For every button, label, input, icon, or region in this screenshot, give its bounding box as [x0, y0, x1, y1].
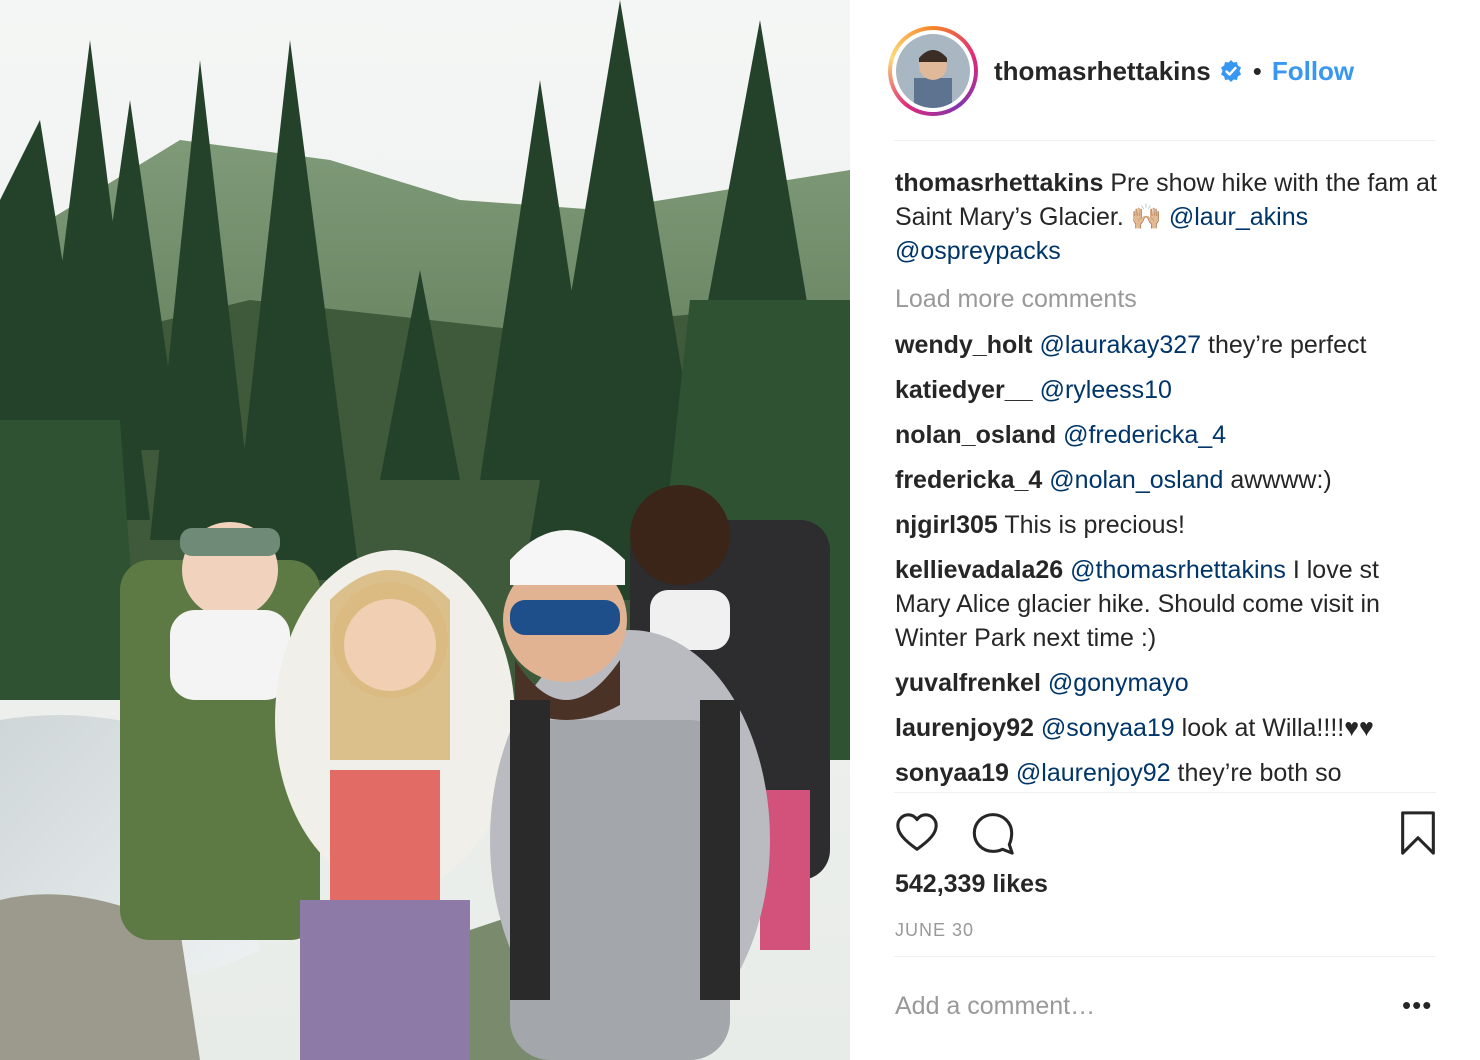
- comment-username[interactable]: nolan_osland: [895, 421, 1056, 449]
- comment-input-divider: [894, 956, 1436, 957]
- hike-photo-illustration: [0, 0, 850, 1060]
- comment-item: laurenjoy92 @sonyaa19 look at Willa!!!!♥…: [895, 711, 1440, 745]
- post-photo[interactable]: [0, 0, 850, 1060]
- comment-item: wendy_holt @laurakay327 they’re perfect: [895, 328, 1440, 362]
- post-actions: [894, 810, 1436, 860]
- avatar-border: [892, 30, 974, 112]
- add-comment-input[interactable]: Add a comment…: [895, 992, 1365, 1021]
- actions-divider: [894, 792, 1436, 793]
- header-username[interactable]: thomasrhettakins: [994, 56, 1211, 87]
- post-sidebar: thomasrhettakins • Follow thomasrhettaki…: [850, 0, 1480, 1060]
- comment-mention[interactable]: @gonymayo: [1048, 669, 1189, 697]
- comment-item: katiedyer__ @ryleess10: [895, 373, 1440, 407]
- verified-badge-icon: [1220, 60, 1241, 82]
- comment-username[interactable]: sonyaa19: [895, 759, 1009, 787]
- comment-item: kellievadala26 @thomasrhettakins I love …: [895, 553, 1440, 655]
- comment-icon[interactable]: [970, 810, 1016, 856]
- comment-text: they’re perfect: [1201, 331, 1367, 359]
- likes-count[interactable]: 542,339 likes: [895, 870, 1048, 899]
- comment-item: yuvalfrenkel @gonymayo: [895, 666, 1440, 700]
- comment-mention[interactable]: @thomasrhettakins: [1070, 556, 1286, 584]
- comment-mention[interactable]: @ryleess10: [1040, 376, 1172, 404]
- comment-username[interactable]: fredericka_4: [895, 466, 1042, 494]
- instagram-post-view: thomasrhettakins • Follow thomasrhettaki…: [0, 0, 1480, 1060]
- post-header: thomasrhettakins • Follow: [888, 22, 1436, 120]
- post-date: JUNE 30: [895, 920, 975, 940]
- caption-mention[interactable]: @ospreypacks: [895, 237, 1061, 265]
- comment-mention[interactable]: @laurakay327: [1039, 331, 1201, 359]
- comment-text: look at Willa!!!!♥♥: [1174, 714, 1374, 742]
- header-separator: •: [1252, 55, 1262, 86]
- comment-item: nolan_osland @fredericka_4: [895, 418, 1440, 452]
- caption-username[interactable]: thomasrhettakins: [895, 169, 1103, 197]
- comment-username[interactable]: laurenjoy92: [895, 714, 1034, 742]
- comment-mention[interactable]: @sonyaa19: [1041, 714, 1175, 742]
- bookmark-icon[interactable]: [1398, 810, 1438, 856]
- comment-username[interactable]: wendy_holt: [895, 331, 1033, 359]
- comment-username[interactable]: yuvalfrenkel: [895, 669, 1041, 697]
- caption-mention[interactable]: @laur_akins: [1169, 203, 1308, 231]
- comment-text: they’re both so: [1170, 759, 1342, 787]
- comment-mention[interactable]: @nolan_osland: [1049, 466, 1223, 494]
- avatar-image: [896, 34, 970, 108]
- more-options-button[interactable]: •••: [1402, 990, 1432, 1021]
- comment-mention[interactable]: @laurenjoy92: [1016, 759, 1171, 787]
- comment-mention[interactable]: @fredericka_4: [1063, 421, 1226, 449]
- comment-username[interactable]: katiedyer__: [895, 376, 1033, 404]
- header-divider: [894, 140, 1436, 141]
- comment-text: This is precious!: [1004, 511, 1185, 539]
- follow-button[interactable]: Follow: [1272, 56, 1354, 87]
- post-caption: thomasrhettakins Pre show hike with the …: [895, 166, 1440, 268]
- comment-item: njgirl305 This is precious!: [895, 508, 1440, 542]
- comment-item: sonyaa19 @laurenjoy92 they’re both so: [895, 756, 1440, 790]
- load-more-comments-button[interactable]: Load more comments: [895, 282, 1440, 316]
- heart-icon[interactable]: [894, 810, 940, 856]
- comment-item: fredericka_4 @nolan_osland awwww:): [895, 463, 1440, 497]
- comment-username[interactable]: kellievadala26: [895, 556, 1063, 584]
- avatar[interactable]: [888, 26, 978, 116]
- comments-list[interactable]: thomasrhettakins Pre show hike with the …: [895, 160, 1440, 792]
- comment-username[interactable]: njgirl305: [895, 511, 998, 539]
- comment-text: awwww:): [1223, 466, 1332, 494]
